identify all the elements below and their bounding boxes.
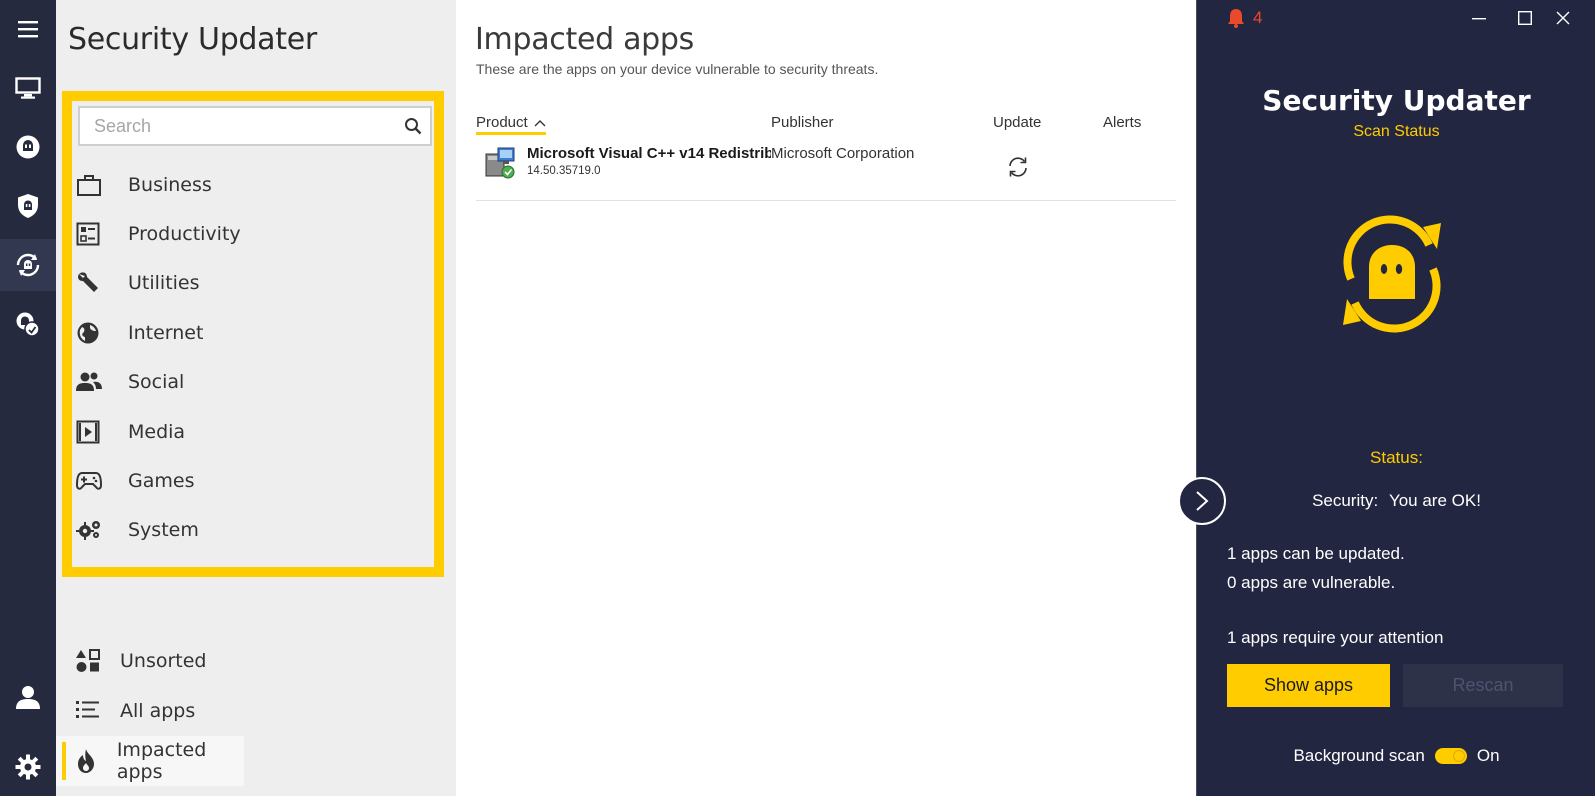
cogs-icon — [72, 519, 118, 541]
rescan-button[interactable]: Rescan — [1403, 664, 1563, 707]
column-publisher[interactable]: Publisher — [771, 114, 834, 131]
category-media[interactable]: Media — [72, 407, 434, 456]
media-icon — [72, 420, 118, 444]
category-list: Business Productivity Utilities Internet… — [72, 160, 434, 555]
globe-icon — [72, 321, 118, 345]
search-box — [78, 106, 432, 146]
nav-label: All apps — [120, 700, 196, 722]
product-version: 14.50.35719.0 — [527, 165, 601, 177]
wrench-icon — [72, 271, 118, 295]
attention-count: 1 apps require your attention — [1227, 628, 1444, 647]
bell-icon — [1228, 9, 1244, 28]
category-label: System — [128, 519, 199, 542]
maximize-button[interactable] — [1505, 4, 1545, 32]
close-button[interactable] — [1543, 4, 1583, 32]
productivity-icon — [72, 222, 118, 246]
flame-icon — [72, 748, 101, 774]
impacted-apps-view: Impacted apps These are the apps on your… — [456, 0, 1196, 796]
menu-icon[interactable] — [0, 3, 56, 55]
category-games[interactable]: Games — [72, 456, 434, 505]
minimize-button[interactable] — [1459, 4, 1499, 32]
updater-icon[interactable] — [0, 239, 56, 291]
background-scan-label: Background scan — [1293, 746, 1425, 765]
category-business[interactable]: Business — [72, 160, 434, 209]
table-header: Product Publisher Update Alerts — [476, 112, 1176, 136]
shield-icon[interactable] — [0, 180, 56, 232]
notification-count: 4 — [1253, 8, 1263, 27]
installer-icon — [484, 146, 518, 180]
category-label: Games — [128, 470, 195, 493]
chevron-right-icon — [1196, 491, 1209, 511]
collapse-panel-button[interactable] — [1178, 477, 1226, 525]
column-product-label: Product — [476, 114, 528, 131]
nav-label: Impacted apps — [116, 739, 207, 783]
category-label: Business — [128, 173, 212, 196]
monitor-icon[interactable] — [0, 62, 56, 114]
refresh-icon[interactable] — [1006, 155, 1030, 179]
maximize-icon — [1518, 11, 1532, 25]
sort-ascending-icon — [534, 119, 546, 126]
sidebar-title: Security Updater — [68, 22, 317, 57]
category-label: Internet — [128, 321, 204, 344]
category-label: Utilities — [128, 272, 200, 295]
category-label: Media — [128, 420, 186, 443]
nav-item-impacted-apps[interactable]: Impacted apps — [56, 736, 244, 786]
category-panel: Business Productivity Utilities Internet… — [62, 91, 444, 577]
ghost-icon[interactable] — [0, 121, 56, 173]
close-icon — [1556, 11, 1570, 25]
product-publisher: Microsoft Corporation — [771, 145, 915, 162]
security-value: You are OK! — [1388, 491, 1481, 510]
category-internet[interactable]: Internet — [72, 308, 434, 357]
vulnerable-count: 0 apps are vulnerable. — [1227, 573, 1396, 592]
nav-item-unsorted[interactable]: Unsorted — [56, 636, 456, 686]
user-icon[interactable] — [0, 671, 56, 723]
status-panel: 4 Security Updater Scan Status Status: S… — [1196, 0, 1595, 796]
notifications-button[interactable]: 4 — [1227, 8, 1262, 28]
column-product[interactable]: Product — [476, 114, 546, 135]
cyberghost-logo — [1343, 215, 1441, 333]
category-social[interactable]: Social — [72, 358, 434, 407]
app-window: Security Updater Business Productivity — [0, 0, 1595, 796]
background-scan-state: On — [1476, 746, 1500, 765]
security-status: Security: You are OK! — [1197, 491, 1595, 511]
people-icon — [72, 371, 118, 393]
icon-rail — [0, 0, 56, 796]
background-scan-row: Background scan On — [1197, 746, 1595, 766]
nav-item-all-apps[interactable]: All apps — [56, 686, 456, 736]
column-update[interactable]: Update — [993, 114, 1041, 131]
security-key: Security: — [1312, 491, 1379, 510]
shapes-icon — [72, 648, 104, 674]
product-name: Microsoft Visual C++ v14 Redistributable — [527, 145, 771, 162]
category-sidebar: Security Updater Business Productivity — [56, 0, 456, 796]
page-title: Impacted apps — [475, 22, 694, 57]
status-label: Status: — [1370, 448, 1423, 467]
show-apps-button[interactable]: Show apps — [1227, 664, 1390, 707]
category-system[interactable]: System — [72, 506, 434, 555]
gamepad-icon — [72, 471, 118, 491]
nav-label: Unsorted — [120, 650, 207, 672]
column-alerts[interactable]: Alerts — [1103, 114, 1141, 131]
search-icon[interactable] — [396, 108, 430, 144]
panel-title: Security Updater — [1262, 84, 1531, 117]
panel-subtitle: Scan Status — [1353, 123, 1440, 140]
category-label: Social — [128, 371, 185, 394]
list-icon — [72, 699, 104, 723]
search-input[interactable] — [80, 108, 396, 144]
privacy-icon[interactable] — [0, 298, 56, 350]
category-label: Productivity — [128, 223, 241, 246]
updatable-count: 1 apps can be updated. — [1227, 544, 1405, 563]
background-scan-toggle[interactable] — [1434, 748, 1467, 764]
table-row[interactable]: Microsoft Visual C++ v14 Redistributable… — [476, 139, 1176, 201]
view-nav: Unsorted All apps Impacted apps — [56, 636, 456, 786]
gear-icon[interactable] — [0, 741, 56, 793]
category-utilities[interactable]: Utilities — [72, 259, 434, 308]
minimize-icon — [1472, 18, 1486, 20]
category-productivity[interactable]: Productivity — [72, 209, 434, 258]
page-subtitle: These are the apps on your device vulner… — [476, 61, 879, 77]
briefcase-icon — [72, 173, 118, 197]
